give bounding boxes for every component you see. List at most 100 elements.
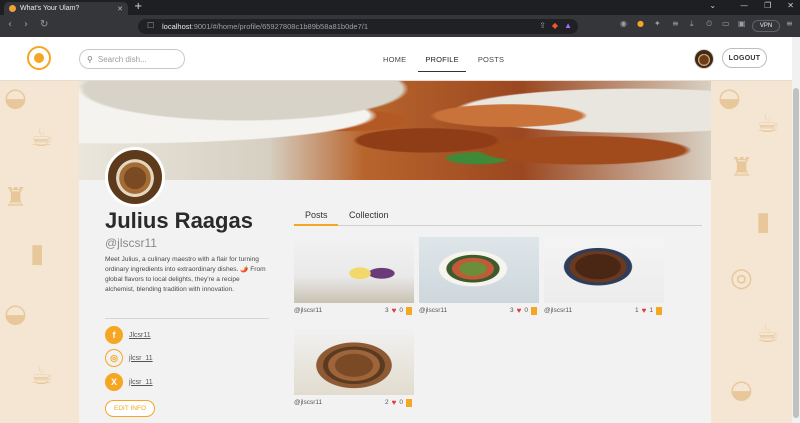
search-icon: ⚲ — [87, 54, 93, 64]
more-menu-icon[interactable]: ≡ — [786, 19, 793, 28]
save-count: 0 — [399, 307, 403, 314]
like-count: 3 — [385, 307, 389, 314]
back-icon[interactable]: ‹ — [8, 19, 12, 30]
bookmark-icon[interactable] — [531, 306, 537, 315]
url-path: :9001/#/home/profile/65927808c1b89b58a81… — [191, 22, 369, 31]
tab-search-icon[interactable]: ⌄ — [709, 1, 716, 10]
cup-icon: ☕ — [30, 123, 54, 153]
save-count: 1 — [649, 307, 653, 314]
nav-home[interactable]: HOME — [380, 37, 409, 81]
menu-list-icon[interactable]: ≡ — [672, 19, 679, 28]
favicon-icon — [9, 5, 16, 12]
post-card[interactable]: @jlscsr11 2 ♥ 0 — [294, 329, 414, 409]
post-card[interactable]: @jlscsr11 3 ♥ 0 — [419, 237, 539, 317]
donut-icon: ◎ — [730, 263, 753, 293]
heart-icon[interactable]: ♥ — [392, 306, 397, 315]
cover-photo — [79, 81, 711, 180]
search-input[interactable] — [97, 54, 176, 64]
bookmark-icon[interactable] — [656, 306, 662, 315]
scrollbar-thumb[interactable] — [793, 88, 799, 418]
profile-tabs: Posts Collection — [294, 207, 702, 226]
like-count: 1 — [635, 307, 639, 314]
heart-icon[interactable]: ♥ — [392, 398, 397, 407]
sidebar-icon[interactable]: ▭ — [722, 19, 730, 28]
bookmark-icon[interactable] — [406, 306, 412, 315]
social-x[interactable]: X jlcsr_11 — [105, 373, 153, 391]
burger-icon: ◒ — [718, 83, 741, 113]
vpn-label: VPN — [759, 23, 773, 29]
profile-avatar — [105, 147, 165, 207]
minimize-icon[interactable]: — — [740, 1, 748, 10]
active-tab-indicator — [294, 224, 338, 226]
bookmark-icon[interactable]: ☐ — [147, 21, 154, 30]
tab-posts[interactable]: Posts — [305, 210, 328, 220]
reload-icon[interactable]: ↻ — [40, 19, 48, 30]
url-host: localhost — [162, 22, 192, 31]
burger-icon: ◒ — [4, 299, 27, 329]
divider — [105, 318, 269, 319]
cup-icon: ☕ — [756, 319, 780, 349]
tab-title: What's Your Ulam? — [20, 5, 80, 12]
address-bar[interactable]: ☐ localhost:9001/#/home/profile/65927808… — [138, 19, 578, 34]
profile-extension-icon[interactable]: ● — [637, 19, 644, 28]
fries-icon: ♜ — [730, 153, 754, 183]
social-label[interactable]: jlcsr_11 — [129, 355, 153, 362]
browser-tab-bar: What's Your Ulam? ✕ + ⌄ — ❐ ✕ — [0, 0, 800, 15]
bookmark-icon[interactable] — [406, 398, 412, 407]
facebook-icon: f — [105, 326, 123, 344]
fries-icon: ♜ — [4, 183, 28, 213]
social-facebook[interactable]: f Jlcsr11 — [105, 326, 151, 344]
user-avatar[interactable] — [694, 49, 714, 69]
post-image-smoothie[interactable] — [294, 237, 414, 303]
close-tab-icon[interactable]: ✕ — [117, 5, 123, 13]
nav-posts[interactable]: POSTS — [475, 37, 507, 81]
history-icon[interactable]: ⏲ — [706, 19, 712, 29]
post-author[interactable]: @jlscsr11 — [294, 307, 322, 314]
extension-icon[interactable]: ◉ — [620, 19, 627, 28]
heart-icon[interactable]: ♥ — [642, 306, 647, 315]
burger-icon: ◒ — [4, 83, 27, 113]
profile-name: Julius Raagas — [105, 208, 253, 233]
window-controls: ⌄ — ❐ ✕ — [709, 1, 794, 10]
social-label[interactable]: Jlcsr11 — [129, 332, 151, 339]
like-count: 2 — [385, 399, 389, 406]
profile-bio: Meet Julius, a culinary maestro with a f… — [105, 256, 266, 293]
share-icon[interactable]: ⇪ — [539, 21, 546, 30]
post-image-shredded-beef[interactable] — [544, 237, 664, 303]
post-card[interactable]: @jlscsr11 3 ♥ 0 — [294, 237, 414, 317]
profile-card: Julius Raagas @jlscsr11 Meet Julius, a c… — [79, 81, 711, 423]
tab-collection[interactable]: Collection — [349, 210, 389, 220]
logout-button[interactable]: LOGOUT — [722, 48, 767, 68]
post-author[interactable]: @jlscsr11 — [419, 307, 447, 314]
maximize-icon[interactable]: ❐ — [764, 1, 771, 10]
edit-info-button[interactable]: EDIT INFO — [105, 400, 155, 417]
nav-profile[interactable]: PROFILE — [418, 37, 466, 81]
post-author[interactable]: @jlscsr11 — [544, 307, 572, 314]
puzzle-icon[interactable]: ✦ — [654, 19, 661, 28]
browser-tab[interactable]: What's Your Ulam? ✕ — [4, 2, 128, 15]
save-count: 0 — [524, 307, 528, 314]
browser-toolbar: ‹ › ↻ ☐ localhost:9001/#/home/profile/65… — [0, 15, 800, 37]
post-image-noodle-salad[interactable] — [419, 237, 539, 303]
brave-rewards-icon[interactable]: ▲ — [564, 21, 572, 30]
logo-icon — [34, 53, 44, 63]
burger-icon: ◒ — [730, 375, 753, 405]
app-logo[interactable] — [27, 46, 51, 70]
brave-shield-icon[interactable]: ◆ — [552, 21, 558, 30]
vpn-button[interactable]: VPN — [752, 20, 780, 32]
close-window-icon[interactable]: ✕ — [787, 1, 794, 10]
x-icon: X — [105, 373, 123, 391]
social-instagram[interactable]: ◎ jlcsr_11 — [105, 349, 153, 367]
forward-icon[interactable]: › — [24, 19, 28, 30]
social-label[interactable]: jlcsr_11 — [129, 379, 153, 386]
search-box[interactable]: ⚲ — [79, 49, 185, 69]
post-card[interactable]: @jlscsr11 1 ♥ 1 — [544, 237, 664, 317]
post-image-beef-stew[interactable] — [294, 329, 414, 395]
post-author[interactable]: @jlscsr11 — [294, 399, 322, 406]
heart-icon[interactable]: ♥ — [517, 306, 522, 315]
download-icon[interactable]: ⤓ — [690, 19, 694, 29]
popsicle-icon: ▮ — [30, 239, 45, 269]
new-tab-icon[interactable]: + — [134, 1, 142, 12]
cup-icon: ☕ — [756, 109, 780, 139]
wallet-icon[interactable]: ▣ — [738, 19, 746, 28]
